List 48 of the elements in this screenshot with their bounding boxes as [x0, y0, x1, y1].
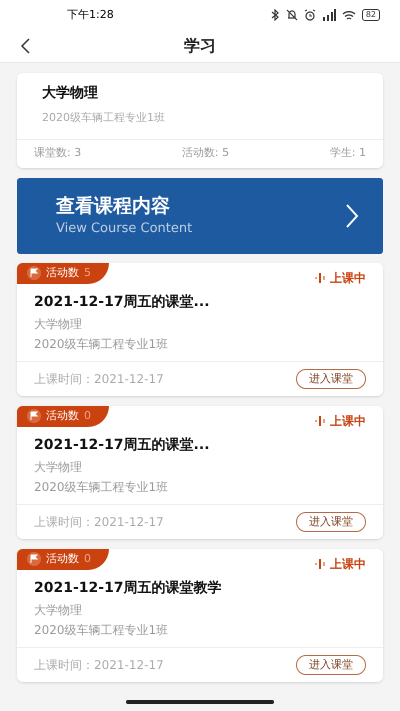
- wifi-icon: [342, 10, 356, 20]
- class-time: 上课时间：2021-12-17: [34, 514, 164, 530]
- activity-count: 0: [84, 408, 91, 424]
- signal-icon: [322, 9, 336, 21]
- status-label: 上课中: [330, 412, 366, 430]
- alarm-icon: [304, 9, 316, 21]
- status-time: 下午1:28: [67, 6, 114, 23]
- battery-indicator: 82: [362, 9, 380, 21]
- class-time: 上课时间：2021-12-17: [34, 656, 164, 674]
- banner-subtitle: View Course Content: [56, 220, 192, 238]
- page-title: 学习: [184, 35, 216, 57]
- course-content-banner[interactable]: 查看课程内容 View Course Content: [17, 178, 383, 254]
- class-name: 2020级车辆工程专业1班: [34, 336, 168, 352]
- class-name: 2020级车辆工程专业1班: [42, 110, 165, 126]
- banner-title: 查看课程内容: [56, 194, 171, 219]
- activity-label: 活动数: [46, 550, 79, 567]
- bell-muted-icon: [286, 9, 298, 21]
- course-stat: 课堂数: 3: [34, 145, 82, 162]
- course-stat: 活动数: 5: [182, 145, 230, 162]
- status-label: 上课中: [330, 556, 366, 572]
- sound-wave-icon: [314, 558, 326, 568]
- course-name: 大学物理: [34, 602, 82, 618]
- activity-label: 活动数: [46, 408, 79, 424]
- session-title: 2021-12-17周五的课堂...: [34, 292, 210, 312]
- bluetooth-icon: [270, 9, 280, 21]
- sound-wave-icon: [314, 272, 326, 282]
- session-title: 2021-12-17周五的课堂教学: [34, 578, 222, 598]
- activity-count: 5: [84, 264, 91, 281]
- chevron-right-icon: [345, 204, 359, 228]
- sound-wave-icon: [314, 416, 326, 426]
- enter-class-button[interactable]: 进入课堂: [296, 512, 366, 532]
- enter-class-button[interactable]: 进入课堂: [296, 368, 366, 388]
- course-name: 大学物理: [42, 84, 98, 103]
- flag-icon: [27, 552, 41, 566]
- course-name: 大学物理: [34, 316, 82, 332]
- status-label: 上课中: [330, 270, 366, 286]
- back-icon[interactable]: [20, 38, 30, 54]
- course-name: 大学物理: [34, 458, 82, 476]
- class-name: 2020级车辆工程专业1班: [34, 478, 168, 496]
- session-title: 2021-12-17周五的课堂...: [34, 436, 210, 454]
- class-name: 2020级车辆工程专业1班: [34, 622, 168, 638]
- course-stat: 学生: 1: [330, 145, 366, 162]
- class-time: 上课时间：2021-12-17: [34, 370, 164, 388]
- flag-icon: [27, 409, 41, 423]
- activity-label: 活动数: [46, 264, 79, 281]
- activity-count: 0: [84, 550, 91, 567]
- flag-icon: [27, 266, 41, 280]
- enter-class-button[interactable]: 进入课堂: [296, 654, 366, 674]
